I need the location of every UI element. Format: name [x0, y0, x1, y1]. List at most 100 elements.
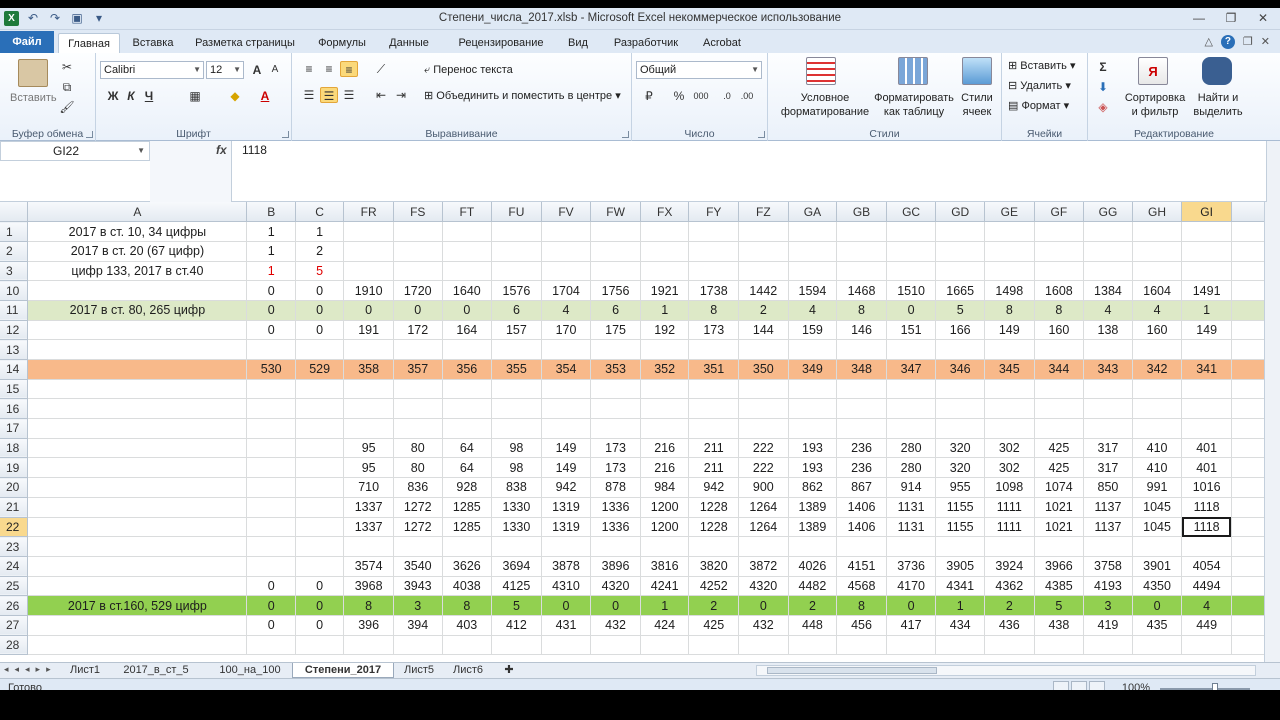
new-sheet-icon[interactable]: ✚ [500, 663, 518, 678]
cell-value[interactable]: 348 [836, 359, 887, 380]
cell-value[interactable]: 1910 [343, 280, 394, 301]
cell-value[interactable]: 984 [640, 477, 690, 498]
cell-value[interactable]: 1098 [984, 477, 1035, 498]
cell-b[interactable]: 530 [246, 359, 296, 380]
cell-value[interactable]: 1264 [738, 497, 789, 518]
cell-value[interactable] [442, 398, 493, 420]
cell-value[interactable] [590, 536, 641, 557]
cell-value[interactable]: 350 [738, 359, 789, 380]
cell-c[interactable] [295, 477, 345, 498]
cell-value[interactable]: 1604 [1132, 280, 1183, 301]
cell-value[interactable] [935, 418, 985, 439]
cell-b[interactable] [246, 418, 296, 439]
cell-value[interactable] [1181, 398, 1232, 420]
cell-value[interactable]: 3896 [590, 555, 641, 577]
cell-a[interactable] [27, 398, 248, 420]
cell-value[interactable]: 867 [836, 477, 887, 498]
cell-value[interactable] [442, 536, 493, 557]
cell-b[interactable] [246, 635, 296, 656]
cell-value[interactable] [393, 536, 443, 557]
cell-value[interactable]: 5 [935, 300, 985, 321]
cell-value[interactable]: 164 [442, 320, 493, 341]
cell-b[interactable]: 0 [246, 595, 296, 616]
cell-value[interactable]: 4 [1083, 300, 1133, 321]
cell-value[interactable]: 1200 [640, 517, 690, 538]
cell-value[interactable]: 4385 [1034, 576, 1085, 597]
cell-value[interactable]: 3 [393, 595, 443, 616]
cell-value[interactable]: 159 [788, 320, 838, 341]
cell-value[interactable] [343, 635, 394, 656]
cell-value[interactable] [491, 635, 542, 656]
cell-c[interactable]: 529 [295, 359, 345, 380]
cell-value[interactable]: 1406 [836, 517, 887, 538]
cell-c[interactable] [295, 398, 345, 420]
row-header[interactable]: 14 [0, 359, 29, 380]
cell-value[interactable]: 236 [836, 457, 887, 479]
row-header[interactable]: 28 [0, 635, 29, 656]
cell-value[interactable]: 1137 [1083, 497, 1133, 518]
cell-value[interactable]: 3758 [1083, 555, 1133, 577]
close-icon[interactable]: ✕ [1252, 10, 1274, 26]
row-header[interactable]: 11 [0, 300, 29, 321]
cell-value[interactable]: 216 [640, 438, 690, 459]
row-header[interactable]: 16 [0, 398, 29, 420]
cell-value[interactable]: 425 [688, 615, 740, 636]
borders-icon[interactable]: ▦ [186, 88, 204, 104]
page-layout-icon[interactable] [1071, 681, 1087, 690]
cell-value[interactable]: 417 [886, 615, 937, 636]
cell-value[interactable]: 1468 [836, 280, 887, 301]
tab-3[interactable]: Разметка страницы [186, 33, 304, 53]
cell-value[interactable] [886, 221, 937, 242]
cell-value[interactable] [935, 221, 985, 242]
column-header[interactable]: B [246, 202, 296, 223]
cell-value[interactable]: 2 [738, 300, 789, 321]
sort-filter-button[interactable]: Сортировка и фильтр [1122, 91, 1188, 119]
cell-value[interactable]: 149 [984, 320, 1035, 341]
cell-value[interactable]: 0 [886, 300, 937, 321]
cell-value[interactable] [640, 379, 690, 400]
maximize-icon[interactable]: ❐ [1220, 10, 1242, 26]
cell-value[interactable]: 3924 [984, 555, 1035, 577]
cell-value[interactable]: 3878 [541, 555, 592, 577]
cell-value[interactable] [640, 261, 690, 282]
cell-a[interactable] [27, 517, 248, 538]
cell-value[interactable]: 4568 [836, 576, 887, 597]
cell-value[interactable]: 0 [393, 300, 443, 321]
cell-value[interactable] [640, 418, 690, 439]
cell-value[interactable]: 317 [1083, 438, 1133, 459]
cell-value[interactable]: 1118 [1181, 517, 1232, 538]
cell-value[interactable] [1181, 379, 1232, 400]
cell-value[interactable] [1132, 418, 1183, 439]
vertical-scrollbar[interactable] [1264, 202, 1280, 662]
cell-value[interactable] [442, 221, 493, 242]
cell-value[interactable] [935, 635, 985, 656]
cell-a[interactable]: 2017 в ст. 10, 34 цифры [27, 221, 248, 242]
cell-value[interactable] [1132, 398, 1183, 420]
cell-value[interactable]: 1272 [393, 517, 443, 538]
cell-value[interactable] [1034, 339, 1085, 360]
cell-value[interactable]: 4241 [640, 576, 690, 597]
align-middle-icon[interactable]: ≡ [320, 61, 338, 77]
cell-value[interactable]: 3966 [1034, 555, 1085, 577]
cell-value[interactable] [1083, 379, 1133, 400]
cell-value[interactable] [491, 398, 542, 420]
cell-value[interactable] [541, 536, 592, 557]
cell-value[interactable] [1034, 418, 1085, 439]
cell-value[interactable] [1083, 339, 1133, 360]
cell-value[interactable] [886, 418, 937, 439]
cell-b[interactable] [246, 497, 296, 518]
cell-value[interactable] [1083, 536, 1133, 557]
cell-value[interactable]: 173 [590, 438, 641, 459]
cell-value[interactable] [738, 379, 789, 400]
cell-value[interactable] [590, 418, 641, 439]
cell-value[interactable]: 1510 [886, 280, 937, 301]
cell-value[interactable]: 3872 [738, 555, 789, 577]
cell-value[interactable]: 343 [1083, 359, 1133, 380]
autosum-icon[interactable]: Σ [1094, 59, 1112, 75]
italic-icon[interactable]: К [122, 88, 140, 104]
cell-value[interactable]: 1111 [984, 497, 1035, 518]
cell-value[interactable]: 431 [541, 615, 592, 636]
cell-value[interactable] [393, 339, 443, 360]
cell-value[interactable]: 8 [836, 300, 887, 321]
minimize-ribbon-icon[interactable]: △ [1204, 35, 1212, 49]
